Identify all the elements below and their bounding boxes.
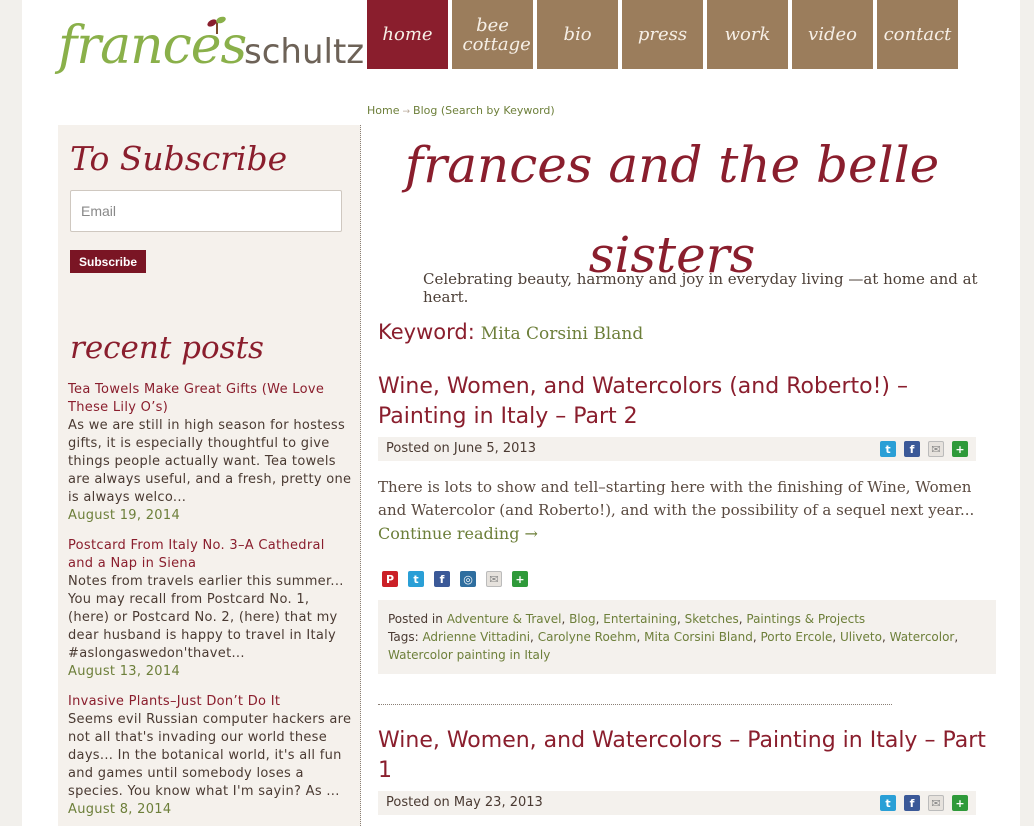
posted-date: Posted on May 23, 2013	[386, 795, 543, 810]
keyword-value: Mita Corsini Bland	[480, 324, 644, 344]
category-link[interactable]: Adventure & Travel	[447, 612, 562, 626]
tag-link[interactable]: Mita Corsini Bland	[644, 630, 753, 644]
tags-label: Tags:	[388, 630, 419, 644]
category-link[interactable]: Paintings & Projects	[746, 612, 865, 626]
instagram-icon[interactable]: ◎	[460, 571, 476, 587]
tag-link[interactable]: Uliveto	[840, 630, 882, 644]
category-link[interactable]: Blog	[569, 612, 596, 626]
share-icon[interactable]: +	[952, 441, 968, 457]
article-excerpt-text: There is lots to show and tell–starting …	[378, 478, 975, 519]
category-link[interactable]: Sketches	[685, 612, 739, 626]
recent-post-date: August 19, 2014	[68, 508, 181, 523]
sidebar: To Subscribe Subscribe recent posts Tea …	[58, 125, 361, 826]
nav-work[interactable]: work	[707, 0, 788, 69]
recent-post-excerpt: Seems evil Russian computer hackers are …	[68, 712, 352, 799]
article-taxonomy: Posted in Adventure & Travel, Blog, Ente…	[378, 600, 996, 674]
category-link[interactable]: Entertaining	[603, 612, 677, 626]
share-icon[interactable]: +	[512, 571, 528, 587]
nav-home[interactable]: home	[367, 0, 448, 69]
pinterest-icon[interactable]: P	[382, 571, 398, 587]
recent-post-date: August 13, 2014	[68, 664, 181, 679]
keyword-heading: Keyword: Mita Corsini Bland	[378, 320, 643, 344]
nav-video[interactable]: video	[792, 0, 873, 69]
email-field[interactable]	[70, 190, 342, 232]
article-meta: Posted on May 23, 2013 t f ✉ +	[378, 791, 976, 815]
tag-link[interactable]: Carolyne Roehm	[538, 630, 637, 644]
recent-posts-title: recent posts	[70, 330, 264, 366]
mail-icon[interactable]: ✉	[928, 795, 944, 811]
share-bar: t f ✉ +	[880, 441, 968, 457]
tag-link[interactable]: Porto Ercole	[760, 630, 832, 644]
leaf-icon	[207, 16, 226, 35]
recent-post-title[interactable]: Tea Towels Make Great Gifts (We Love The…	[68, 381, 354, 417]
subscribe-title: To Subscribe	[70, 139, 288, 178]
blog-tagline: Celebrating beauty, harmony and joy in e…	[423, 270, 978, 306]
recent-post-date: August 8, 2014	[68, 802, 172, 817]
recent-posts-list: Tea Towels Make Great Gifts (We Love The…	[68, 381, 354, 826]
nav-contact[interactable]: contact	[877, 0, 958, 69]
recent-post-title[interactable]: Postcard From Italy No. 3–A Cathedral an…	[68, 537, 354, 573]
list-item: Postcard From Italy No. 3–A Cathedral an…	[68, 537, 354, 681]
tag-link[interactable]: Watercolor	[890, 630, 955, 644]
logo-text-schultz: schultz	[244, 32, 365, 72]
share-bar: t f ✉ +	[880, 795, 968, 811]
recent-post-excerpt: As we are still in high season for hoste…	[68, 418, 352, 505]
share-icon[interactable]: +	[952, 795, 968, 811]
article-title[interactable]: Wine, Women, and Watercolors (and Robert…	[378, 372, 993, 432]
continue-reading-link[interactable]: Continue reading →	[378, 524, 538, 543]
keyword-label: Keyword:	[378, 320, 475, 344]
share-bar-bottom: P t f ◎ ✉ +	[382, 571, 528, 587]
main-nav: home bee cottage bio press work video co…	[367, 0, 958, 69]
article-meta: Posted on June 5, 2013 t f ✉ +	[378, 437, 976, 461]
tag-link[interactable]: Adrienne Vittadini	[422, 630, 530, 644]
tag-link[interactable]: Watercolor painting in Italy	[388, 648, 550, 662]
nav-press[interactable]: press	[622, 0, 703, 69]
breadcrumb-current[interactable]: Blog (Search by Keyword)	[413, 104, 555, 117]
article-title[interactable]: Wine, Women, and Watercolors – Painting …	[378, 726, 993, 786]
breadcrumb-home[interactable]: Home	[367, 104, 399, 117]
recent-post-excerpt: Notes from travels earlier this summer..…	[68, 574, 344, 661]
list-item: Tea Towels Make Great Gifts (We Love The…	[68, 381, 354, 525]
breadcrumb-arrow-icon: →	[402, 107, 411, 117]
twitter-icon[interactable]: t	[880, 441, 896, 457]
posted-date: Posted on June 5, 2013	[386, 441, 536, 456]
mail-icon[interactable]: ✉	[928, 441, 944, 457]
nav-bee-cottage[interactable]: bee cottage	[452, 0, 533, 69]
posted-in-label: Posted in	[388, 612, 443, 626]
recent-post-title[interactable]: Invasive Plants–Just Don’t Do It	[68, 693, 354, 711]
facebook-icon[interactable]: f	[434, 571, 450, 587]
subscribe-button[interactable]: Subscribe	[70, 250, 146, 273]
nav-bee-cottage-label: bee cottage	[462, 14, 531, 55]
facebook-icon[interactable]: f	[904, 441, 920, 457]
breadcrumb: Home → Blog (Search by Keyword)	[367, 104, 555, 117]
mail-icon[interactable]: ✉	[486, 571, 502, 587]
twitter-icon[interactable]: t	[880, 795, 896, 811]
divider	[378, 704, 892, 705]
facebook-icon[interactable]: f	[904, 795, 920, 811]
twitter-icon[interactable]: t	[408, 571, 424, 587]
article-excerpt: There is lots to show and tell–starting …	[378, 476, 978, 546]
nav-bio[interactable]: bio	[537, 0, 618, 69]
site-logo[interactable]: frances schultz	[58, 10, 364, 96]
page: frances schultz home bee cottage bio pre…	[22, 0, 1020, 826]
list-item: Invasive Plants–Just Don’t Do It Seems e…	[68, 693, 354, 819]
